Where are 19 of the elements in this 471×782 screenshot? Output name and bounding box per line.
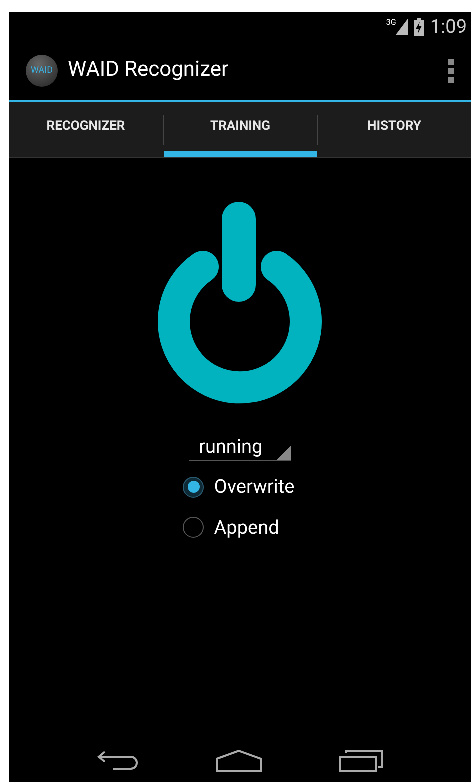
home-icon[interactable] xyxy=(216,750,262,772)
radio-option[interactable]: Overwrite xyxy=(183,473,295,502)
radio-option[interactable]: Append xyxy=(183,514,295,542)
tab[interactable]: HISTORY xyxy=(318,102,471,157)
network-label: 3G xyxy=(386,19,396,27)
back-icon[interactable] xyxy=(97,750,140,770)
recent-apps-icon[interactable] xyxy=(338,750,383,772)
radio-button[interactable] xyxy=(183,517,204,538)
app-title: WAID Recognizer xyxy=(68,57,230,84)
overflow-menu-icon[interactable] xyxy=(448,59,454,83)
tab[interactable]: RECOGNIZER xyxy=(9,102,163,157)
clock: 1:09 xyxy=(430,14,467,40)
power-button[interactable] xyxy=(155,202,325,406)
app-logo: WAID xyxy=(26,55,58,87)
radio-button[interactable] xyxy=(183,476,204,498)
battery-icon xyxy=(414,18,424,36)
tab[interactable]: TRAINING xyxy=(164,102,317,157)
dropdown[interactable]: running xyxy=(189,433,291,461)
dropdown-arrow-icon xyxy=(277,446,291,460)
